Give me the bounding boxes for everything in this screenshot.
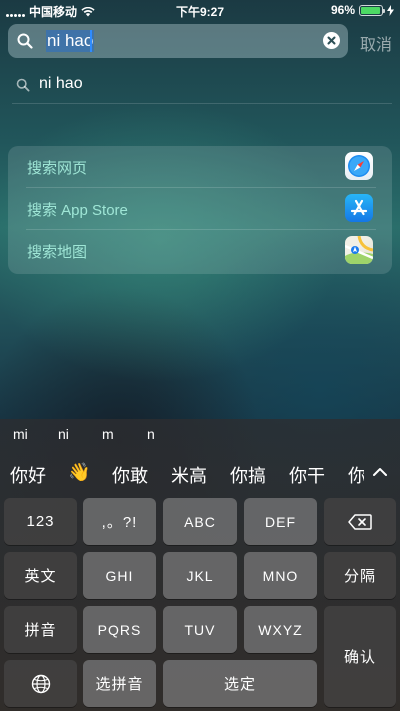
pinyin-option[interactable]: n bbox=[147, 426, 155, 442]
backspace-icon bbox=[348, 513, 372, 530]
backspace-key[interactable] bbox=[324, 498, 396, 545]
key-pinyin[interactable]: 拼音 bbox=[4, 606, 77, 653]
key-ghi[interactable]: GHI bbox=[83, 552, 156, 599]
key-punctuation[interactable]: ,。?! bbox=[83, 498, 156, 545]
key-abc[interactable]: ABC bbox=[163, 498, 237, 545]
key-123[interactable]: 123 bbox=[4, 498, 77, 545]
status-bar: 中国移动 下午9:27 96% bbox=[0, 0, 400, 20]
key-english[interactable]: 英文 bbox=[4, 552, 77, 599]
key-select[interactable]: 选定 bbox=[163, 660, 317, 707]
key-mno[interactable]: MNO bbox=[244, 552, 317, 599]
pinyin-option[interactable]: m bbox=[102, 426, 114, 442]
candidate-item[interactable]: 你搞 bbox=[230, 462, 266, 488]
key-wxyz[interactable]: WXYZ bbox=[244, 606, 317, 653]
globe-key[interactable] bbox=[4, 660, 77, 707]
search-web-label: 搜索网页 bbox=[27, 160, 88, 177]
suggestion-text: ni hao bbox=[39, 75, 83, 92]
candidate-item[interactable]: 你好 bbox=[10, 462, 46, 488]
chevron-up-icon[interactable] bbox=[372, 466, 388, 478]
search-web-row[interactable]: 搜索网页 bbox=[8, 146, 392, 188]
pinyin-option[interactable]: ni bbox=[58, 426, 69, 442]
key-jkl[interactable]: JKL bbox=[163, 552, 237, 599]
search-suggestion[interactable]: ni hao bbox=[12, 68, 392, 104]
key-select-pinyin[interactable]: 选拼音 bbox=[83, 660, 156, 707]
search-input[interactable]: ni hao bbox=[8, 24, 348, 58]
maps-icon bbox=[345, 236, 373, 264]
battery-fill bbox=[361, 6, 381, 14]
safari-icon bbox=[345, 152, 373, 180]
candidate-item[interactable]: 你干 bbox=[289, 462, 325, 488]
search-query: ni hao bbox=[46, 30, 95, 52]
battery-icon bbox=[359, 4, 385, 16]
globe-icon bbox=[31, 674, 50, 693]
search-maps-label: 搜索地图 bbox=[27, 244, 88, 261]
search-maps-row[interactable]: 搜索地图 bbox=[8, 230, 392, 272]
pinyin-option[interactable]: mi bbox=[13, 426, 28, 442]
app-store-icon bbox=[345, 194, 373, 222]
key-confirm[interactable]: 确认 bbox=[324, 606, 396, 707]
search-icon bbox=[17, 33, 33, 49]
charging-bolt-icon bbox=[387, 4, 394, 16]
key-def[interactable]: DEF bbox=[244, 498, 317, 545]
candidate-item[interactable]: 米高 bbox=[171, 462, 207, 488]
key-separate[interactable]: 分隔 bbox=[324, 552, 396, 599]
text-caret bbox=[90, 30, 92, 52]
close-icon bbox=[327, 36, 336, 45]
status-right: 96% bbox=[331, 3, 394, 17]
key-pqrs[interactable]: PQRS bbox=[83, 606, 156, 653]
search-actions-panel: 搜索网页 搜索 App Store 搜索地图 bbox=[8, 146, 392, 274]
search-app-store-label: 搜索 App Store bbox=[27, 202, 128, 219]
search-app-store-row[interactable]: 搜索 App Store bbox=[8, 188, 392, 230]
search-icon bbox=[16, 78, 30, 92]
candidate-item[interactable]: 👋 bbox=[68, 462, 90, 483]
keyboard: mi ni m n 你好 👋 你敢 米高 你搞 你干 你 123 ,。?! AB… bbox=[0, 419, 400, 711]
battery-percent: 96% bbox=[330, 3, 355, 17]
candidate-item[interactable]: 你 bbox=[348, 462, 364, 488]
clear-search-button[interactable] bbox=[323, 32, 340, 49]
candidate-bar: 你好 👋 你敢 米高 你搞 你干 你 bbox=[0, 454, 400, 494]
candidate-item[interactable]: 你敢 bbox=[112, 462, 148, 488]
pinyin-options-bar: mi ni m n bbox=[0, 419, 400, 449]
cancel-button[interactable]: 取消 bbox=[360, 31, 392, 55]
key-tuv[interactable]: TUV bbox=[163, 606, 237, 653]
